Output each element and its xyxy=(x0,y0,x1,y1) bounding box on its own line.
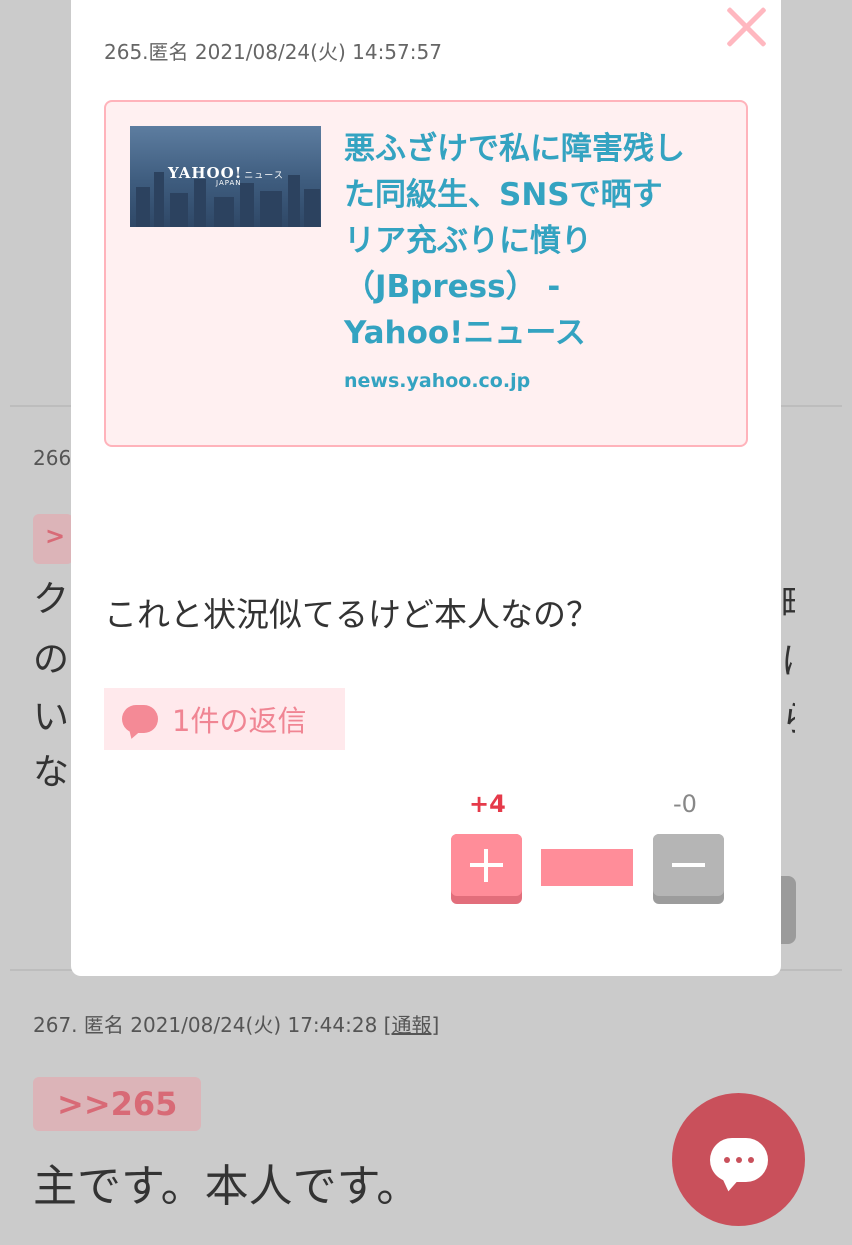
close-icon[interactable] xyxy=(723,4,769,50)
link-thumbnail: YAHOO! ニュース JAPAN xyxy=(130,126,321,227)
yahoo-news-logo: YAHOO! ニュース JAPAN xyxy=(168,164,284,187)
comment-266-text-line-2: の xyxy=(33,639,70,680)
comment-266-text-edge-3: ら xyxy=(781,690,795,742)
reply-count-label: 1件の返信 xyxy=(172,704,307,738)
minus-vote-count: -0 xyxy=(673,790,697,818)
minus-vote-button[interactable] xyxy=(653,834,724,904)
post-meta: 265.匿名 2021/08/24(火) 14:57:57 xyxy=(104,40,442,64)
chat-bubble-icon xyxy=(709,1137,768,1182)
report-link[interactable]: [通報] xyxy=(384,1013,440,1037)
comment-267-meta-text: 267. 匿名 2021/08/24(火) 17:44:28 xyxy=(33,1013,378,1037)
vote-ratio-fill xyxy=(541,849,633,886)
minus-icon xyxy=(653,834,724,896)
chat-fab-button[interactable] xyxy=(672,1093,805,1226)
comment-267-meta: 267. 匿名 2021/08/24(火) 17:44:28 [通報] xyxy=(33,1009,439,1038)
reply-count-button[interactable]: 1件の返信 xyxy=(104,688,345,750)
post-body: これと状況似てるけど本人なの？ xyxy=(104,595,599,634)
comment-266-meta: 266 xyxy=(33,446,72,470)
comment-266-text-edge-1: 町 xyxy=(781,574,795,626)
link-preview-card[interactable]: YAHOO! ニュース JAPAN 悪ふざけで私に障害残した同級生、SNSで晒すリ… xyxy=(104,100,748,447)
comment-267-anchor[interactable]: >>265 xyxy=(33,1077,202,1131)
speech-bubble-icon xyxy=(122,705,158,733)
plus-vote-button[interactable] xyxy=(451,834,522,904)
vote-ratio-bar xyxy=(541,849,633,886)
plus-vote-count: +4 xyxy=(469,790,506,818)
link-domain: news.yahoo.co.jp xyxy=(344,370,531,392)
comment-267-text: 主です。本人です。 xyxy=(33,1161,421,1212)
comment-266-text-line-3: い xyxy=(33,697,70,738)
comment-266-text-edge-2: に xyxy=(781,632,795,684)
link-title[interactable]: 悪ふざけで私に障害残した同級生、SNSで晒すリア充ぶりに憤り（JBpress） … xyxy=(344,126,689,356)
comment-266-text-line-4: な xyxy=(33,752,70,793)
plus-icon xyxy=(451,834,522,896)
comment-266-text-line-1: ク xyxy=(33,579,70,620)
comment-266-anchor[interactable]: > xyxy=(33,514,73,564)
